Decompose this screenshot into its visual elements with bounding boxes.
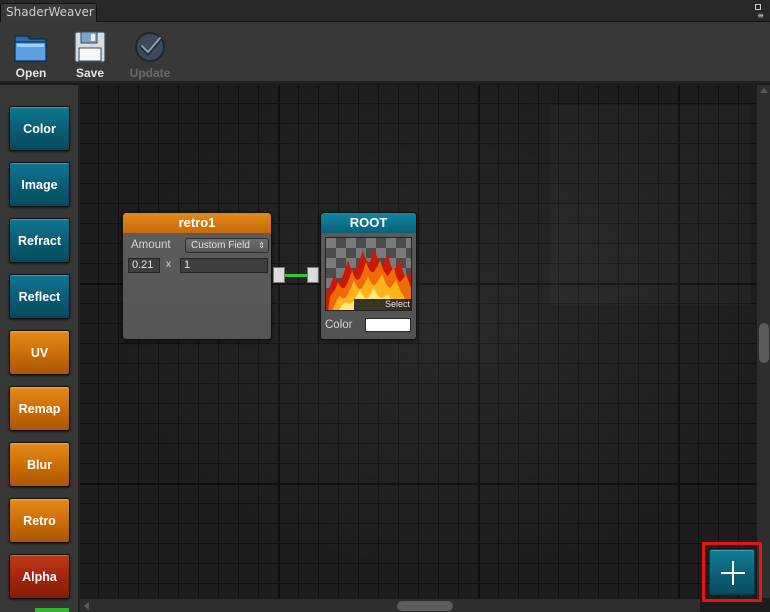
horizontal-scroll-thumb[interactable] — [397, 601, 453, 611]
connection-wire — [285, 274, 307, 277]
menu-icon[interactable]: ≡ — [757, 12, 764, 20]
checkmark-icon — [135, 32, 165, 62]
add-node-button[interactable] — [709, 549, 755, 595]
color-swatch[interactable] — [365, 318, 411, 332]
amount-value-field[interactable]: 0.21 — [128, 258, 160, 273]
retro-output-port[interactable] — [273, 267, 285, 283]
vertical-scrollbar[interactable] — [756, 85, 770, 598]
amount-mode-value: Custom Field — [191, 240, 250, 251]
factor-field[interactable]: 1 — [180, 258, 268, 273]
root-input-port[interactable] — [307, 267, 319, 283]
toolbar: Open Save Update — [0, 22, 770, 83]
image-node-button[interactable]: Image — [9, 162, 70, 207]
root-node-title[interactable]: ROOT — [321, 213, 416, 233]
node-palette: Color Image Refract Reflect UV Remap Blu… — [0, 85, 80, 612]
plus-icon — [721, 561, 745, 585]
maximize-icon[interactable] — [755, 4, 761, 10]
scroll-left-arrow-icon[interactable] — [84, 602, 89, 610]
node-graph-canvas[interactable] — [80, 85, 756, 598]
texture-preview[interactable]: Select — [325, 237, 412, 311]
remap-node-button[interactable]: Remap — [9, 386, 70, 431]
reflect-node-button[interactable]: Reflect — [9, 274, 70, 319]
select-texture-button[interactable]: Select — [354, 299, 411, 310]
root-node[interactable]: ROOT Select Color — [320, 212, 417, 339]
refract-node-button[interactable]: Refract — [9, 218, 70, 263]
floppy-disk-icon — [74, 31, 106, 63]
open-button[interactable]: Open — [6, 26, 56, 82]
amount-mode-dropdown[interactable]: Custom Field ⇕ — [185, 238, 269, 253]
minimap — [550, 105, 750, 305]
save-button[interactable]: Save — [65, 26, 115, 82]
update-button[interactable]: Update — [125, 26, 175, 82]
retro-node[interactable]: retro1 Amount Custom Field ⇕ 0.21 x 1 — [122, 212, 272, 339]
window-controls[interactable]: ≡ — [748, 2, 764, 20]
folder-icon — [14, 35, 47, 62]
scroll-up-arrow-icon[interactable] — [760, 88, 768, 93]
amount-label: Amount — [131, 239, 171, 251]
multiply-label: x — [166, 259, 171, 270]
window-tab[interactable]: ShaderWeaver — [0, 3, 97, 22]
color-label: Color — [325, 319, 353, 331]
retro-node-button[interactable]: Retro — [9, 498, 70, 543]
open-label: Open — [15, 66, 47, 80]
color-node-button[interactable]: Color — [9, 106, 70, 151]
save-label: Save — [75, 66, 105, 80]
palette-scroll-indicator — [35, 608, 69, 612]
blur-node-button[interactable]: Blur — [9, 442, 70, 487]
window-tab-bar: ShaderWeaver ≡ — [0, 0, 770, 22]
retro-node-body: Amount Custom Field ⇕ 0.21 x 1 — [123, 233, 271, 339]
uv-node-button[interactable]: UV — [9, 330, 70, 375]
dropdown-arrows-icon: ⇕ — [258, 241, 265, 250]
root-node-body: Select Color — [321, 233, 416, 339]
update-label: Update — [129, 66, 171, 80]
vertical-scroll-thumb[interactable] — [759, 323, 769, 363]
horizontal-scrollbar[interactable] — [80, 598, 700, 612]
alpha-node-button[interactable]: Alpha — [9, 554, 70, 599]
retro-node-title[interactable]: retro1 — [123, 213, 271, 233]
